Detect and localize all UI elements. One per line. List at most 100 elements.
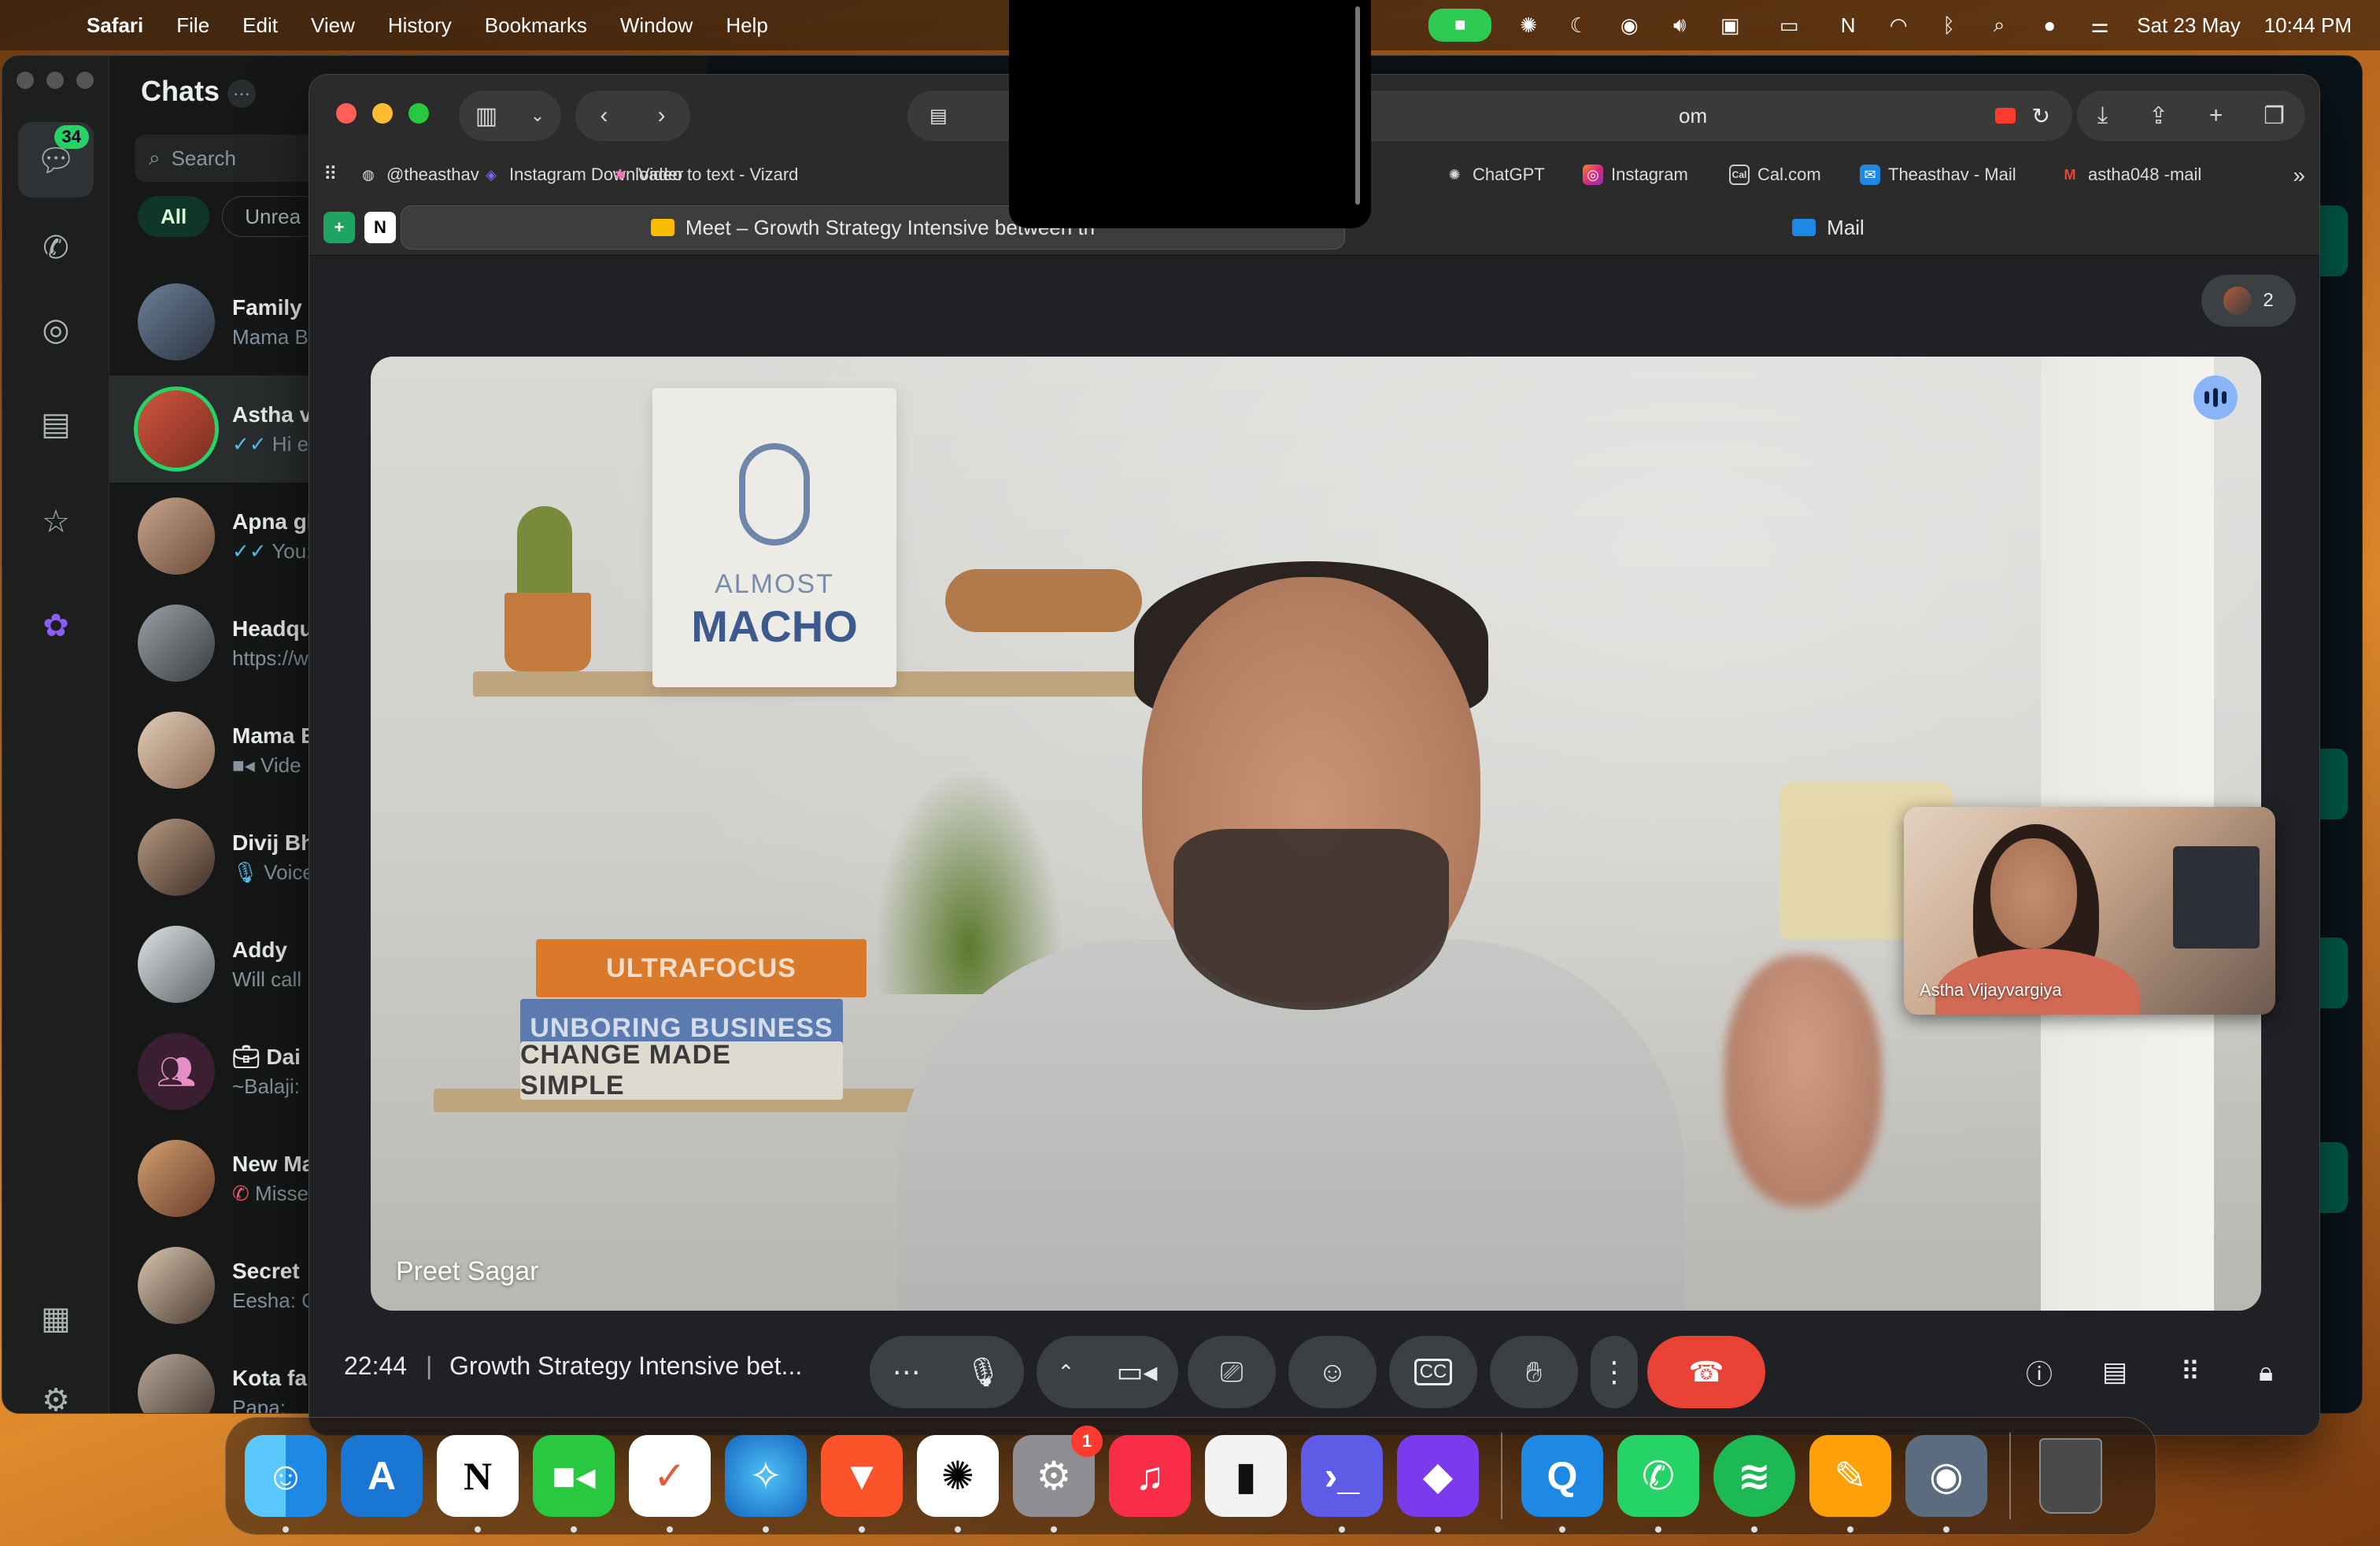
pinned-tab-sheets[interactable]: + <box>323 212 355 243</box>
chats-title: Chats <box>141 75 220 107</box>
dock-pages[interactable]: ✎ <box>1809 1435 1891 1533</box>
downloads-icon[interactable]: ⤓ <box>2097 102 2108 129</box>
tab-mail[interactable]: Mail <box>1356 205 2301 250</box>
audio-options-icon[interactable]: ⋯ <box>893 1356 921 1389</box>
menu-history[interactable]: History <box>388 13 452 38</box>
dock-app-store[interactable]: A <box>341 1435 423 1517</box>
menubar-date[interactable]: Sat 23 May <box>2137 13 2241 38</box>
dock-notes-app[interactable]: ▮ <box>1205 1435 1287 1517</box>
menu-file[interactable]: File <box>176 13 209 38</box>
menu-view[interactable]: View <box>311 13 355 38</box>
favorite-theasthav[interactable]: ◍ @theasthav <box>358 165 479 185</box>
media-nav-button[interactable]: ▦ <box>18 1281 94 1356</box>
chevron-up-icon[interactable]: ⌃ <box>1058 1360 1075 1385</box>
present-screen-button[interactable]: ⎚ <box>1188 1336 1276 1408</box>
close-dot[interactable] <box>17 72 34 89</box>
minimize-dot[interactable] <box>46 72 64 89</box>
forward-button[interactable]: › <box>658 102 666 129</box>
filter-all[interactable]: All <box>138 196 210 237</box>
new-tab-icon[interactable]: + <box>2209 102 2223 129</box>
reactions-button[interactable]: ☺ <box>1288 1336 1377 1408</box>
zoom-dot[interactable] <box>76 72 94 89</box>
dock-todoist[interactable]: ✓ <box>629 1435 711 1533</box>
starred-nav-button[interactable]: ☆ <box>18 484 94 560</box>
favorite-astha-gmail[interactable]: Mastha048 -mail <box>2060 165 2202 185</box>
battery-icon[interactable]: ▭ <box>1767 12 1811 39</box>
fullscreen-window-button[interactable] <box>408 103 429 124</box>
close-window-button[interactable] <box>336 103 357 124</box>
activities-icon[interactable]: ⠿ <box>2170 1352 2211 1393</box>
participants-button[interactable]: 2 <box>2201 275 2296 327</box>
chatgpt-icon[interactable]: ✺ <box>1515 12 1542 39</box>
control-center-icon[interactable]: ⚌ <box>2086 12 2113 39</box>
reload-icon[interactable]: ↻ <box>2032 103 2050 129</box>
menu-bookmarks[interactable]: Bookmarks <box>485 13 587 38</box>
dock-system-settings[interactable]: ⚙ 1 <box>1013 1426 1103 1533</box>
screen-mirror-icon[interactable]: ▣ <box>1717 12 1743 39</box>
dock-trash[interactable] <box>2030 1435 2112 1517</box>
dock-warp[interactable]: ›_ <box>1301 1435 1383 1533</box>
favorite-theasthav-mail[interactable]: ✉ Theasthav - Mail <box>1860 165 2016 185</box>
back-button[interactable]: ‹ <box>601 102 608 129</box>
facetime-recording-icon[interactable]: ■ <box>1428 9 1492 42</box>
favorite-instagram[interactable]: ◎ Instagram <box>1583 165 1688 185</box>
captions-button[interactable]: CC <box>1389 1336 1477 1408</box>
settings-nav-button[interactable]: ⚙ <box>18 1363 94 1413</box>
wifi-icon[interactable]: ◠ <box>1885 12 1912 39</box>
dock-whatsapp[interactable]: ✆ <box>1617 1435 1699 1533</box>
camera-icon[interactable]: ▭◂ <box>1116 1356 1157 1389</box>
chevron-down-icon[interactable]: ⌄ <box>530 105 545 126</box>
apps-grid-icon[interactable]: ⠿ <box>323 163 338 186</box>
dock-obsidian[interactable]: ◆ <box>1397 1435 1479 1533</box>
raise-hand-button[interactable]: ✋︎ <box>1490 1336 1578 1408</box>
menu-edit[interactable]: Edit <box>242 13 278 38</box>
page-menu-icon[interactable]: ▤ <box>929 105 948 128</box>
chat-icon[interactable]: ▤ <box>2094 1352 2135 1393</box>
microphone-icon[interactable]: 🎙︎ <box>966 1356 1002 1389</box>
search-icon[interactable]: ⌕ <box>1986 12 2012 39</box>
leave-call-button[interactable]: ☎ <box>1647 1336 1765 1408</box>
sidebar-icon[interactable]: ▥ <box>475 102 497 130</box>
dock-spotify[interactable]: ≋ <box>1713 1435 1795 1533</box>
video-person-beard <box>1173 829 1449 1010</box>
chats-nav-button[interactable]: 💬︎ 34 <box>18 122 94 198</box>
self-video-tile[interactable]: Astha Vijayvargiya <box>1904 807 2275 1015</box>
siri-icon[interactable]: ● <box>2036 12 2063 39</box>
dock-finder[interactable]: ☺ <box>245 1435 327 1533</box>
favorite-cal[interactable]: Cal Cal.com <box>1729 165 1821 185</box>
bluetooth-icon[interactable]: ᛒ <box>1935 12 1962 39</box>
menubar-time[interactable]: 10:44 PM <box>2264 13 2352 38</box>
favorite-chatgpt[interactable]: ✺ ChatGPT <box>1444 165 1544 185</box>
status-nav-button[interactable]: ◎ <box>18 292 94 368</box>
dock-screen-recorder[interactable]: ◉ <box>1905 1435 1987 1533</box>
dock-chatgpt[interactable]: ✺ <box>917 1435 999 1533</box>
menu-window[interactable]: Window <box>620 13 693 38</box>
share-icon[interactable]: ⇪ <box>2149 102 2168 130</box>
host-controls-icon[interactable]: 🔒︎ <box>2245 1352 2286 1393</box>
dock-music[interactable]: ♫ <box>1109 1435 1191 1517</box>
more-options-button[interactable]: ··· <box>227 80 256 108</box>
notion-icon[interactable]: N <box>1835 12 1861 39</box>
tab-overview-icon[interactable]: ❐ <box>2264 102 2285 130</box>
dock-brave[interactable]: ▼ <box>821 1435 903 1533</box>
menu-app-name[interactable]: Safari <box>87 13 143 38</box>
more-favorites-icon[interactable]: » <box>2293 163 2305 188</box>
moon-icon[interactable]: ☾ <box>1565 12 1592 39</box>
dock-notion[interactable]: N <box>437 1435 519 1533</box>
more-options-button[interactable]: ⋮ <box>1591 1336 1638 1408</box>
pinned-tab-notion[interactable]: N <box>364 212 396 243</box>
meeting-info-icon[interactable]: ⓘ <box>2019 1352 2060 1393</box>
participant-count: 2 <box>2263 290 2274 311</box>
volume-icon[interactable]: 🔊︎ <box>1666 12 1693 39</box>
menu-help[interactable]: Help <box>726 13 767 38</box>
dock-facetime[interactable]: ■◂ <box>533 1435 615 1533</box>
favorite-vizard[interactable]: ✱ Video to text - Vizard <box>610 165 798 185</box>
camera-in-use-icon[interactable] <box>1995 108 2016 124</box>
archived-nav-button[interactable]: ▤ <box>18 386 94 462</box>
minimize-window-button[interactable] <box>372 103 393 124</box>
dock-safari[interactable]: ✧ <box>725 1435 807 1533</box>
calls-nav-button[interactable]: ✆ <box>18 210 94 286</box>
meta-ai-nav-button[interactable]: ✿ <box>18 588 94 664</box>
dock-quicktime[interactable]: Q <box>1521 1435 1603 1533</box>
user-icon[interactable]: ◉ <box>1616 12 1643 39</box>
